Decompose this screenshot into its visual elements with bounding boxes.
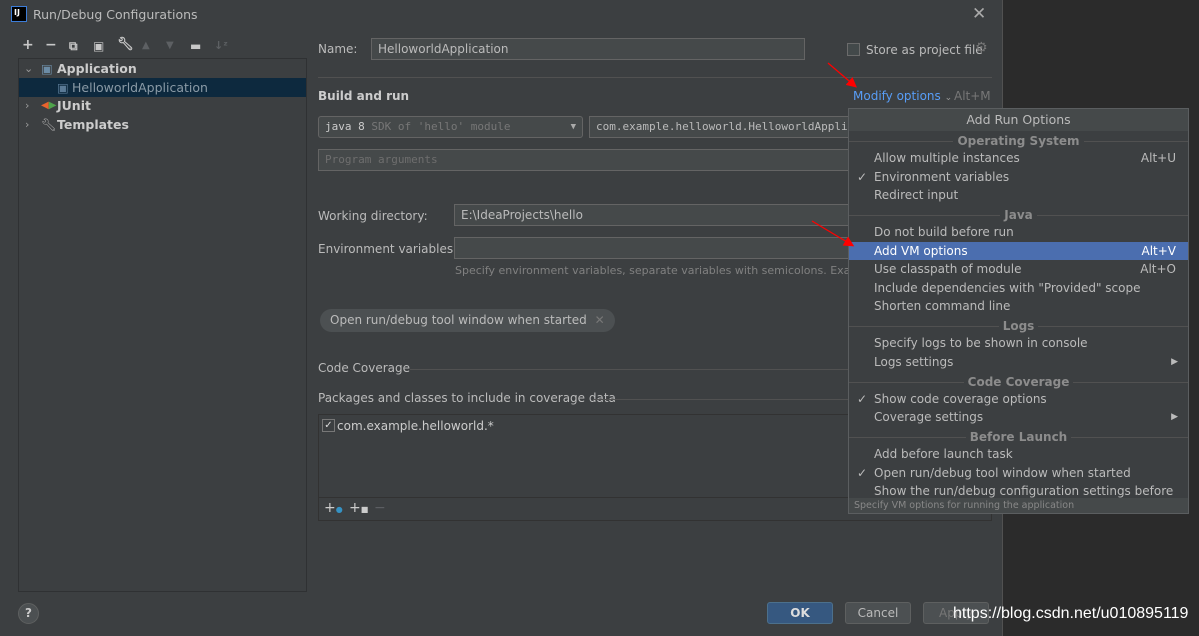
- annotation-arrows: [811, 62, 857, 247]
- red-arrow: [811, 220, 855, 247]
- red-arrow: [827, 62, 857, 88]
- watermark: https://blog.csdn.net/u010895119: [953, 605, 1189, 622]
